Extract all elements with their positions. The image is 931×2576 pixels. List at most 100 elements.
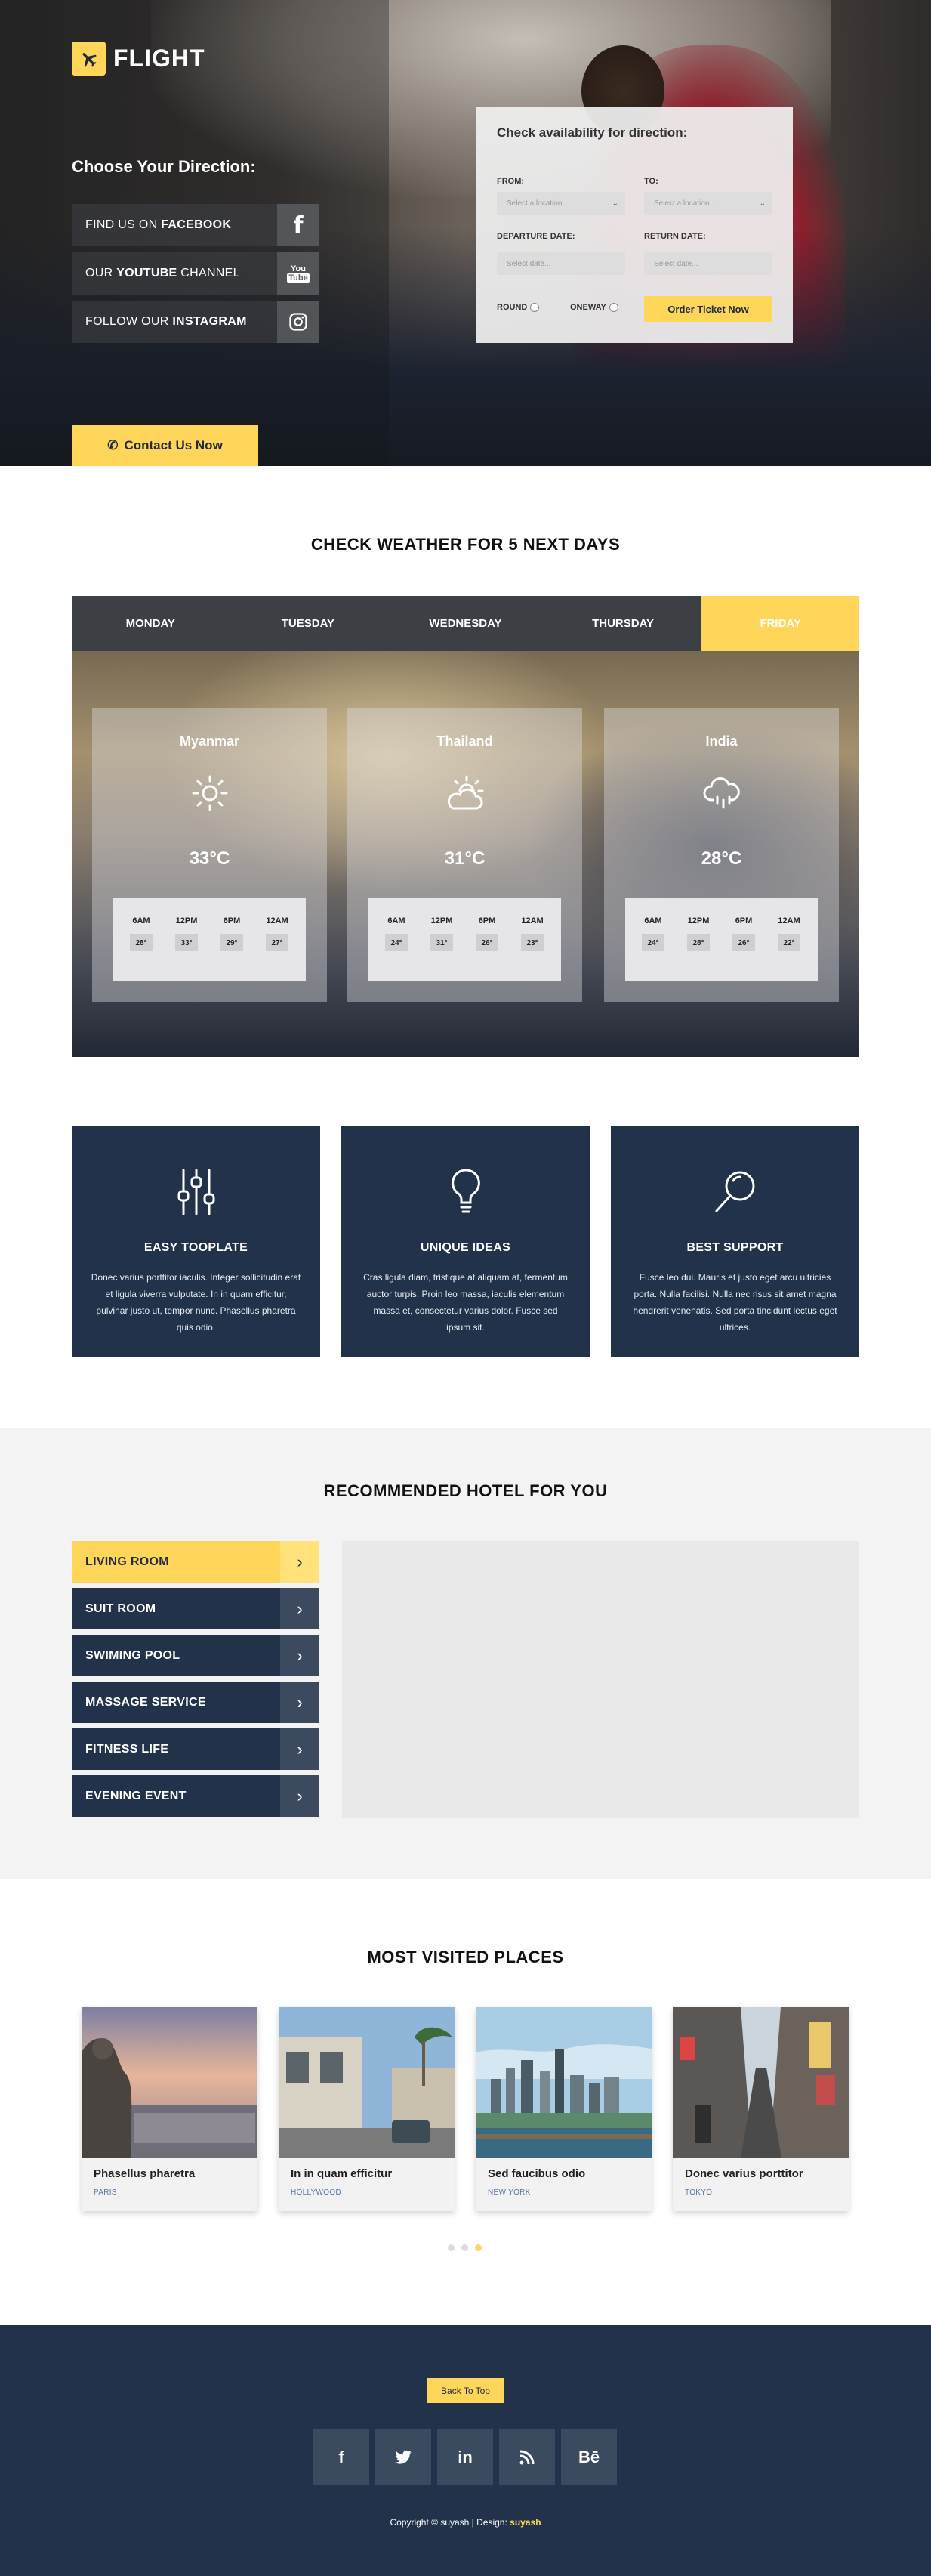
return-label: RETURN DATE: — [644, 232, 706, 241]
tab-friday[interactable]: FRIDAY — [701, 596, 859, 651]
twitter-icon[interactable] — [375, 2429, 431, 2485]
tab-thursday[interactable]: THURSDAY — [544, 596, 702, 651]
hotel-item-evening-event[interactable]: EVENING EVENT › — [72, 1775, 319, 1817]
hour-label: 12PM — [175, 916, 198, 925]
hour-temp: 28° — [130, 934, 153, 951]
hour-label: 6AM — [132, 916, 150, 925]
oneway-radio[interactable]: ONEWAY — [570, 303, 618, 312]
return-date-input[interactable]: Select date... — [644, 252, 772, 275]
place-name: Donec varius porttitor — [685, 2167, 803, 2180]
hero-section: FLIGHT Choose Your Direction: FIND US ON… — [0, 0, 931, 466]
chevron-down-icon: ⌄ — [759, 199, 766, 208]
logo[interactable]: FLIGHT — [72, 42, 205, 76]
tab-wednesday[interactable]: WEDNESDAY — [387, 596, 544, 651]
hotel-item-massage-service[interactable]: MASSAGE SERVICE › — [72, 1682, 319, 1723]
hour-temp: 24° — [642, 934, 664, 951]
facebook-icon[interactable]: f — [313, 2429, 369, 2485]
designer-link[interactable]: suyash — [510, 2517, 541, 2528]
chevron-right-icon: › — [280, 1775, 319, 1817]
behance-icon[interactable]: Bē — [561, 2429, 617, 2485]
hotel-title: RECOMMENDED HOTEL FOR YOU — [323, 1481, 608, 1500]
brand-name: FLIGHT — [113, 45, 205, 72]
hour-label: 6PM — [478, 916, 496, 925]
feature-text: Donec varius porttitor iaculis. Integer … — [91, 1272, 301, 1333]
feature-card-unique-ideas: UNIQUE IDEAS Cras ligula diam, tristique… — [341, 1126, 590, 1357]
hour-temp: 28° — [687, 934, 710, 951]
booking-title: Check availability for direction: — [497, 125, 688, 140]
chevron-right-icon: › — [280, 1728, 319, 1770]
to-placeholder: Select a location... — [654, 199, 716, 208]
weather-card-myanmar: Myanmar 33°C 6AM 28° 12PM 33° 6PM 29° 12AM 2… — [92, 708, 327, 1002]
feature-text: Fusce leo dui. Mauris et justo eget arcu… — [633, 1272, 837, 1333]
hour-temp: 33° — [175, 934, 198, 951]
hour-column: 6AM 24° — [378, 916, 415, 951]
hour-temp: 24° — [385, 934, 408, 951]
hour-column: 6AM 28° — [122, 916, 160, 951]
linkedin-icon[interactable]: in — [437, 2429, 493, 2485]
place-card-tokyo[interactable]: Donec varius porttitor TOKYO — [673, 2007, 849, 2211]
round-label: ROUND — [497, 303, 528, 312]
place-city: HOLLYWOOD — [291, 2188, 341, 2197]
contact-us-label: Contact Us Now — [124, 438, 223, 452]
social-label: FOLLOW OUR INSTAGRAM — [85, 315, 247, 328]
place-card-new-york[interactable]: Sed faucibus odio NEW YORK — [476, 2007, 652, 2211]
hour-column: 6PM 29° — [213, 916, 251, 951]
place-card-paris[interactable]: Phasellus pharetra PARIS — [82, 2007, 257, 2211]
place-city: NEW YORK — [488, 2188, 531, 2197]
places-title: MOST VISITED PLACES — [367, 1947, 564, 1966]
hotel-item-label: SUIT ROOM — [85, 1602, 156, 1615]
city-name: Thailand — [436, 734, 493, 749]
order-ticket-button[interactable]: Order Ticket Now — [644, 296, 772, 322]
city-name: Myanmar — [179, 734, 240, 749]
to-select[interactable]: Select a location... ⌄ — [644, 192, 772, 215]
hour-label: 6AM — [387, 916, 405, 925]
departure-date-input[interactable]: Select date... — [497, 252, 625, 275]
radio-circle[interactable] — [530, 303, 540, 312]
youtube-icon: You Tube — [277, 252, 319, 295]
tab-monday[interactable]: MONDAY — [72, 596, 230, 651]
chevron-right-icon: › — [280, 1541, 319, 1583]
chevron-right-icon: › — [280, 1635, 319, 1676]
round-radio[interactable]: ROUND — [497, 303, 540, 312]
hour-temp: 23° — [521, 934, 544, 951]
hour-column: 6PM 26° — [468, 916, 506, 951]
hour-column: 12AM 23° — [513, 916, 551, 951]
hour-temp: 22° — [778, 934, 800, 951]
hotel-item-suit-room[interactable]: SUIT ROOM › — [72, 1588, 319, 1629]
feature-card-best-support: BEST SUPPORT Fusce leo dui. Mauris et ju… — [611, 1126, 859, 1357]
carousel-dot[interactable] — [461, 2244, 468, 2251]
hour-column: 12PM 33° — [168, 916, 205, 951]
place-card-hollywood[interactable]: In in quam efficitur HOLLYWOOD — [279, 2007, 455, 2211]
from-select[interactable]: Select a location... ⌄ — [497, 192, 625, 215]
hour-column: 12PM 28° — [680, 916, 717, 951]
departure-label: DEPARTURE DATE: — [497, 232, 575, 241]
chevron-right-icon: › — [280, 1682, 319, 1723]
social-row-facebook[interactable]: FIND US ON FACEBOOK f — [72, 204, 319, 246]
hour-column: 12AM 22° — [770, 916, 808, 951]
carousel-dots — [448, 2244, 482, 2251]
hour-label: 6AM — [644, 916, 662, 925]
hour-temp: 26° — [732, 934, 755, 951]
carousel-dot[interactable] — [448, 2244, 455, 2251]
hotel-item-living-room[interactable]: LIVING ROOM › — [72, 1541, 319, 1583]
rss-icon[interactable] — [499, 2429, 555, 2485]
hotel-image-panel — [342, 1541, 859, 1818]
hotel-item-fitness-life[interactable]: FITNESS LIFE › — [72, 1728, 319, 1770]
magnifier-icon — [611, 1166, 859, 1222]
carousel-dot-active[interactable] — [475, 2244, 482, 2251]
social-row-youtube[interactable]: OUR YOUTUBE CHANNEL You Tube — [72, 252, 319, 295]
place-city: PARIS — [94, 2188, 117, 2197]
return-placeholder: Select date... — [654, 259, 698, 268]
social-row-instagram[interactable]: FOLLOW OUR INSTAGRAM — [72, 301, 319, 343]
weather-card-thailand: Thailand 31°C 6AM 24° 12PM 31° 6PM 26° 12AM… — [347, 708, 582, 1002]
radio-circle[interactable] — [609, 303, 618, 312]
hotel-item-swiming-pool[interactable]: SWIMING POOL › — [72, 1635, 319, 1676]
hotel-item-label: SWIMING POOL — [85, 1648, 180, 1662]
back-to-top-button[interactable]: Back To Top — [427, 2378, 504, 2403]
place-image — [82, 2007, 257, 2158]
hour-label: 12PM — [687, 916, 710, 925]
tab-tuesday[interactable]: TUESDAY — [230, 596, 387, 651]
instagram-icon — [277, 301, 319, 343]
contact-us-button[interactable]: ✆ Contact Us Now — [72, 425, 258, 466]
hour-label: 6PM — [223, 916, 241, 925]
